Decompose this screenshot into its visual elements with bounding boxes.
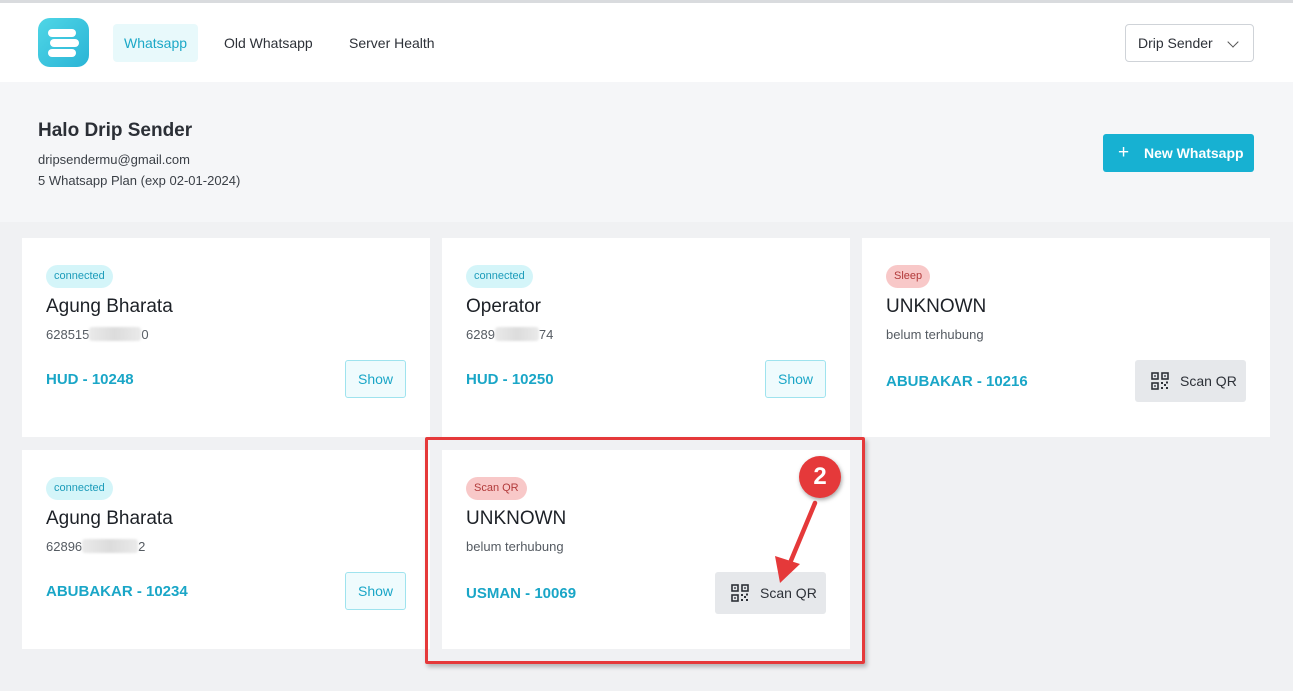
chevron-down-icon <box>1227 36 1239 48</box>
account-header: Halo Drip Sender dripsendermu@gmail.com … <box>0 82 1293 222</box>
device-card: connected Operator 6289 74 HUD - 10250 Sh… <box>442 238 850 437</box>
nav-whatsapp[interactable]: Whatsapp <box>113 24 199 62</box>
status-badge: connected <box>46 265 113 288</box>
redacted-number <box>494 327 539 341</box>
account-email: dripsendermu@gmail.com <box>38 152 190 167</box>
device-number: belum terhubung <box>886 327 984 342</box>
device-number: 628515 0 <box>46 327 149 342</box>
device-project-link[interactable]: HUD - 10250 <box>466 371 554 388</box>
nav-old-whatsapp[interactable]: Old Whatsapp <box>213 24 324 62</box>
show-button[interactable]: Show <box>765 360 826 398</box>
show-button[interactable]: Show <box>345 572 406 610</box>
scan-qr-button[interactable]: Scan QR <box>1135 360 1246 402</box>
device-number: 62896 2 <box>46 539 146 554</box>
logo-icon[interactable] <box>38 18 89 67</box>
qr-code-icon <box>1151 372 1169 390</box>
scan-qr-label: Scan QR <box>1180 373 1237 389</box>
device-card: connected Agung Bharata 62896 2 ABUBAKAR … <box>22 450 430 649</box>
greeting-title: Halo Drip Sender <box>38 120 193 141</box>
device-name: Agung Bharata <box>46 296 173 317</box>
new-whatsapp-button[interactable]: + New Whatsapp <box>1103 134 1254 172</box>
status-badge: connected <box>466 265 533 288</box>
device-name: UNKNOWN <box>886 296 987 317</box>
navbar: Whatsapp Old Whatsapp Server Health Drip… <box>0 3 1293 82</box>
status-badge: connected <box>46 477 113 500</box>
device-project-link[interactable]: ABUBAKAR - 10234 <box>46 583 188 600</box>
new-whatsapp-label: New Whatsapp <box>1144 145 1244 161</box>
device-name: Operator <box>466 296 541 317</box>
account-plan: 5 Whatsapp Plan (exp 02-01-2024) <box>38 173 241 188</box>
status-badge: Sleep <box>886 265 931 288</box>
redacted-number <box>89 327 142 341</box>
plus-icon: + <box>1118 142 1130 163</box>
device-number: 6289 74 <box>466 327 554 342</box>
nav-server-health[interactable]: Server Health <box>338 24 446 62</box>
device-name: Agung Bharata <box>46 508 173 529</box>
device-card: connected Agung Bharata 628515 0 HUD - 10… <box>22 238 430 437</box>
show-button[interactable]: Show <box>345 360 406 398</box>
device-card: Sleep UNKNOWN belum terhubung ABUBAKAR -… <box>862 238 1270 437</box>
device-project-link[interactable]: ABUBAKAR - 10216 <box>886 373 1028 390</box>
redacted-number <box>82 539 139 553</box>
account-dropdown-label: Drip Sender <box>1138 35 1213 51</box>
account-dropdown[interactable]: Drip Sender <box>1125 24 1254 62</box>
step-number-badge: 2 <box>799 456 841 498</box>
device-project-link[interactable]: HUD - 10248 <box>46 371 134 388</box>
